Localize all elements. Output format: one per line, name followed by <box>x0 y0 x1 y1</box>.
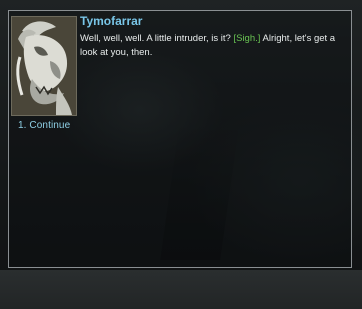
speaker-name: Tymofarrar <box>80 14 143 28</box>
scene-floor <box>0 270 362 309</box>
dragon-portrait-icon <box>11 16 77 116</box>
dialog-option-continue[interactable]: 1. Continue <box>18 120 70 131</box>
dialog-emote: [Sigh.] <box>233 33 261 44</box>
dialog-text-part-1: Well, well, well. A little intruder, is … <box>80 33 234 44</box>
dialog-text: Well, well, well. A little intruder, is … <box>80 32 345 60</box>
